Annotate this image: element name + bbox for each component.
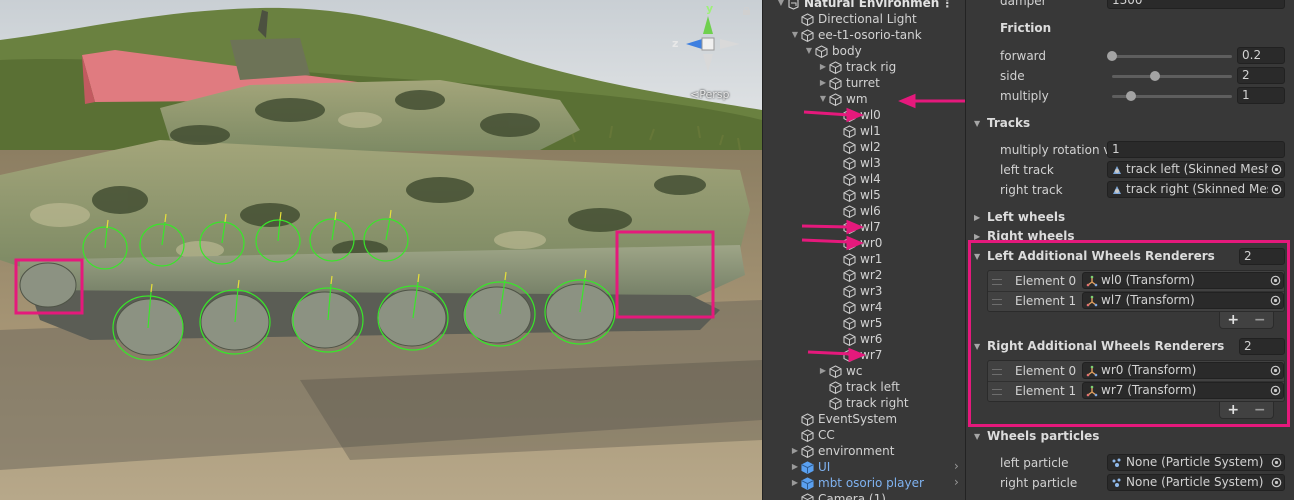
multiply-label: multiply [1000, 89, 1049, 103]
scene-render[interactable] [0, 0, 762, 500]
wheels-particles-foldout-icon[interactable]: ▼ [974, 432, 980, 441]
left-track-label: left track [1000, 163, 1054, 177]
right-track-label: right track [1000, 183, 1063, 197]
object-picker-icon[interactable] [1268, 455, 1284, 470]
left-particle-field[interactable]: None (Particle System) [1107, 454, 1285, 471]
forward-slider[interactable] [1112, 55, 1232, 58]
right-track-value: track right (Skinned Mesh [1126, 182, 1281, 196]
gizmo-z-label: z [672, 37, 679, 50]
forward-label: forward [1000, 49, 1047, 63]
forward-slider-knob[interactable] [1107, 51, 1117, 61]
object-picker-icon[interactable] [1268, 162, 1284, 177]
wheels-particles-header[interactable]: Wheels particles [987, 429, 1099, 443]
forward-field[interactable]: 0.2 [1237, 47, 1285, 64]
tracks-foldout-icon[interactable]: ▼ [974, 119, 980, 128]
multiply-rotation-field[interactable]: 1 [1107, 141, 1285, 158]
damper-field[interactable]: 1300 [1107, 0, 1285, 9]
damper-label: damper [1000, 0, 1047, 8]
multiply-field[interactable]: 1 [1237, 87, 1285, 104]
object-picker-icon[interactable] [1268, 475, 1284, 490]
object-picker-icon[interactable] [1268, 182, 1284, 197]
side-slider-knob[interactable] [1150, 71, 1161, 81]
side-field[interactable]: 2 [1237, 67, 1285, 84]
persp-icon: < [690, 88, 700, 101]
skinned-mesh-icon [1113, 185, 1121, 194]
friction-header: Friction [1000, 21, 1052, 35]
left-wheels-header[interactable]: Left wheels [987, 210, 1065, 224]
right-particle-value: None (Particle System) [1126, 475, 1264, 489]
side-slider[interactable] [1112, 75, 1232, 78]
left-particle-value: None (Particle System) [1126, 455, 1264, 469]
right-particle-field[interactable]: None (Particle System) [1107, 474, 1285, 491]
projection-toggle[interactable]: <Persp [690, 88, 729, 101]
multiply-slider-knob[interactable] [1126, 91, 1137, 101]
orientation-gizmo[interactable]: y z [668, 2, 748, 80]
right-particle-label: right particle [1000, 476, 1078, 490]
left-particle-label: left particle [1000, 456, 1069, 470]
skinned-mesh-icon [1113, 165, 1121, 174]
tracks-header[interactable]: Tracks [987, 116, 1030, 130]
particle-system-icon [1112, 478, 1121, 487]
gizmo-y-label: y [706, 2, 714, 15]
particle-system-icon [1112, 458, 1121, 467]
left-track-field[interactable]: track left (Skinned Mesh R [1107, 161, 1285, 178]
left-track-value: track left (Skinned Mesh R [1126, 162, 1284, 176]
right-track-field[interactable]: track right (Skinned Mesh [1107, 181, 1285, 198]
persp-label: Persp [699, 88, 730, 101]
lock-icon[interactable] [742, 7, 751, 15]
side-label: side [1000, 69, 1025, 83]
left-wheels-foldout-icon[interactable]: ▶ [974, 213, 980, 222]
multiply-rotation-label: multiply rotation ve [1000, 143, 1118, 157]
annotation-arrows [801, 93, 965, 363]
scene-view[interactable]: y z <Persp [0, 0, 762, 500]
annotation-highlight-box [968, 240, 1290, 427]
inspector-panel[interactable]: damper 1300 Friction forward 0.2 side 2 … [967, 0, 1294, 500]
